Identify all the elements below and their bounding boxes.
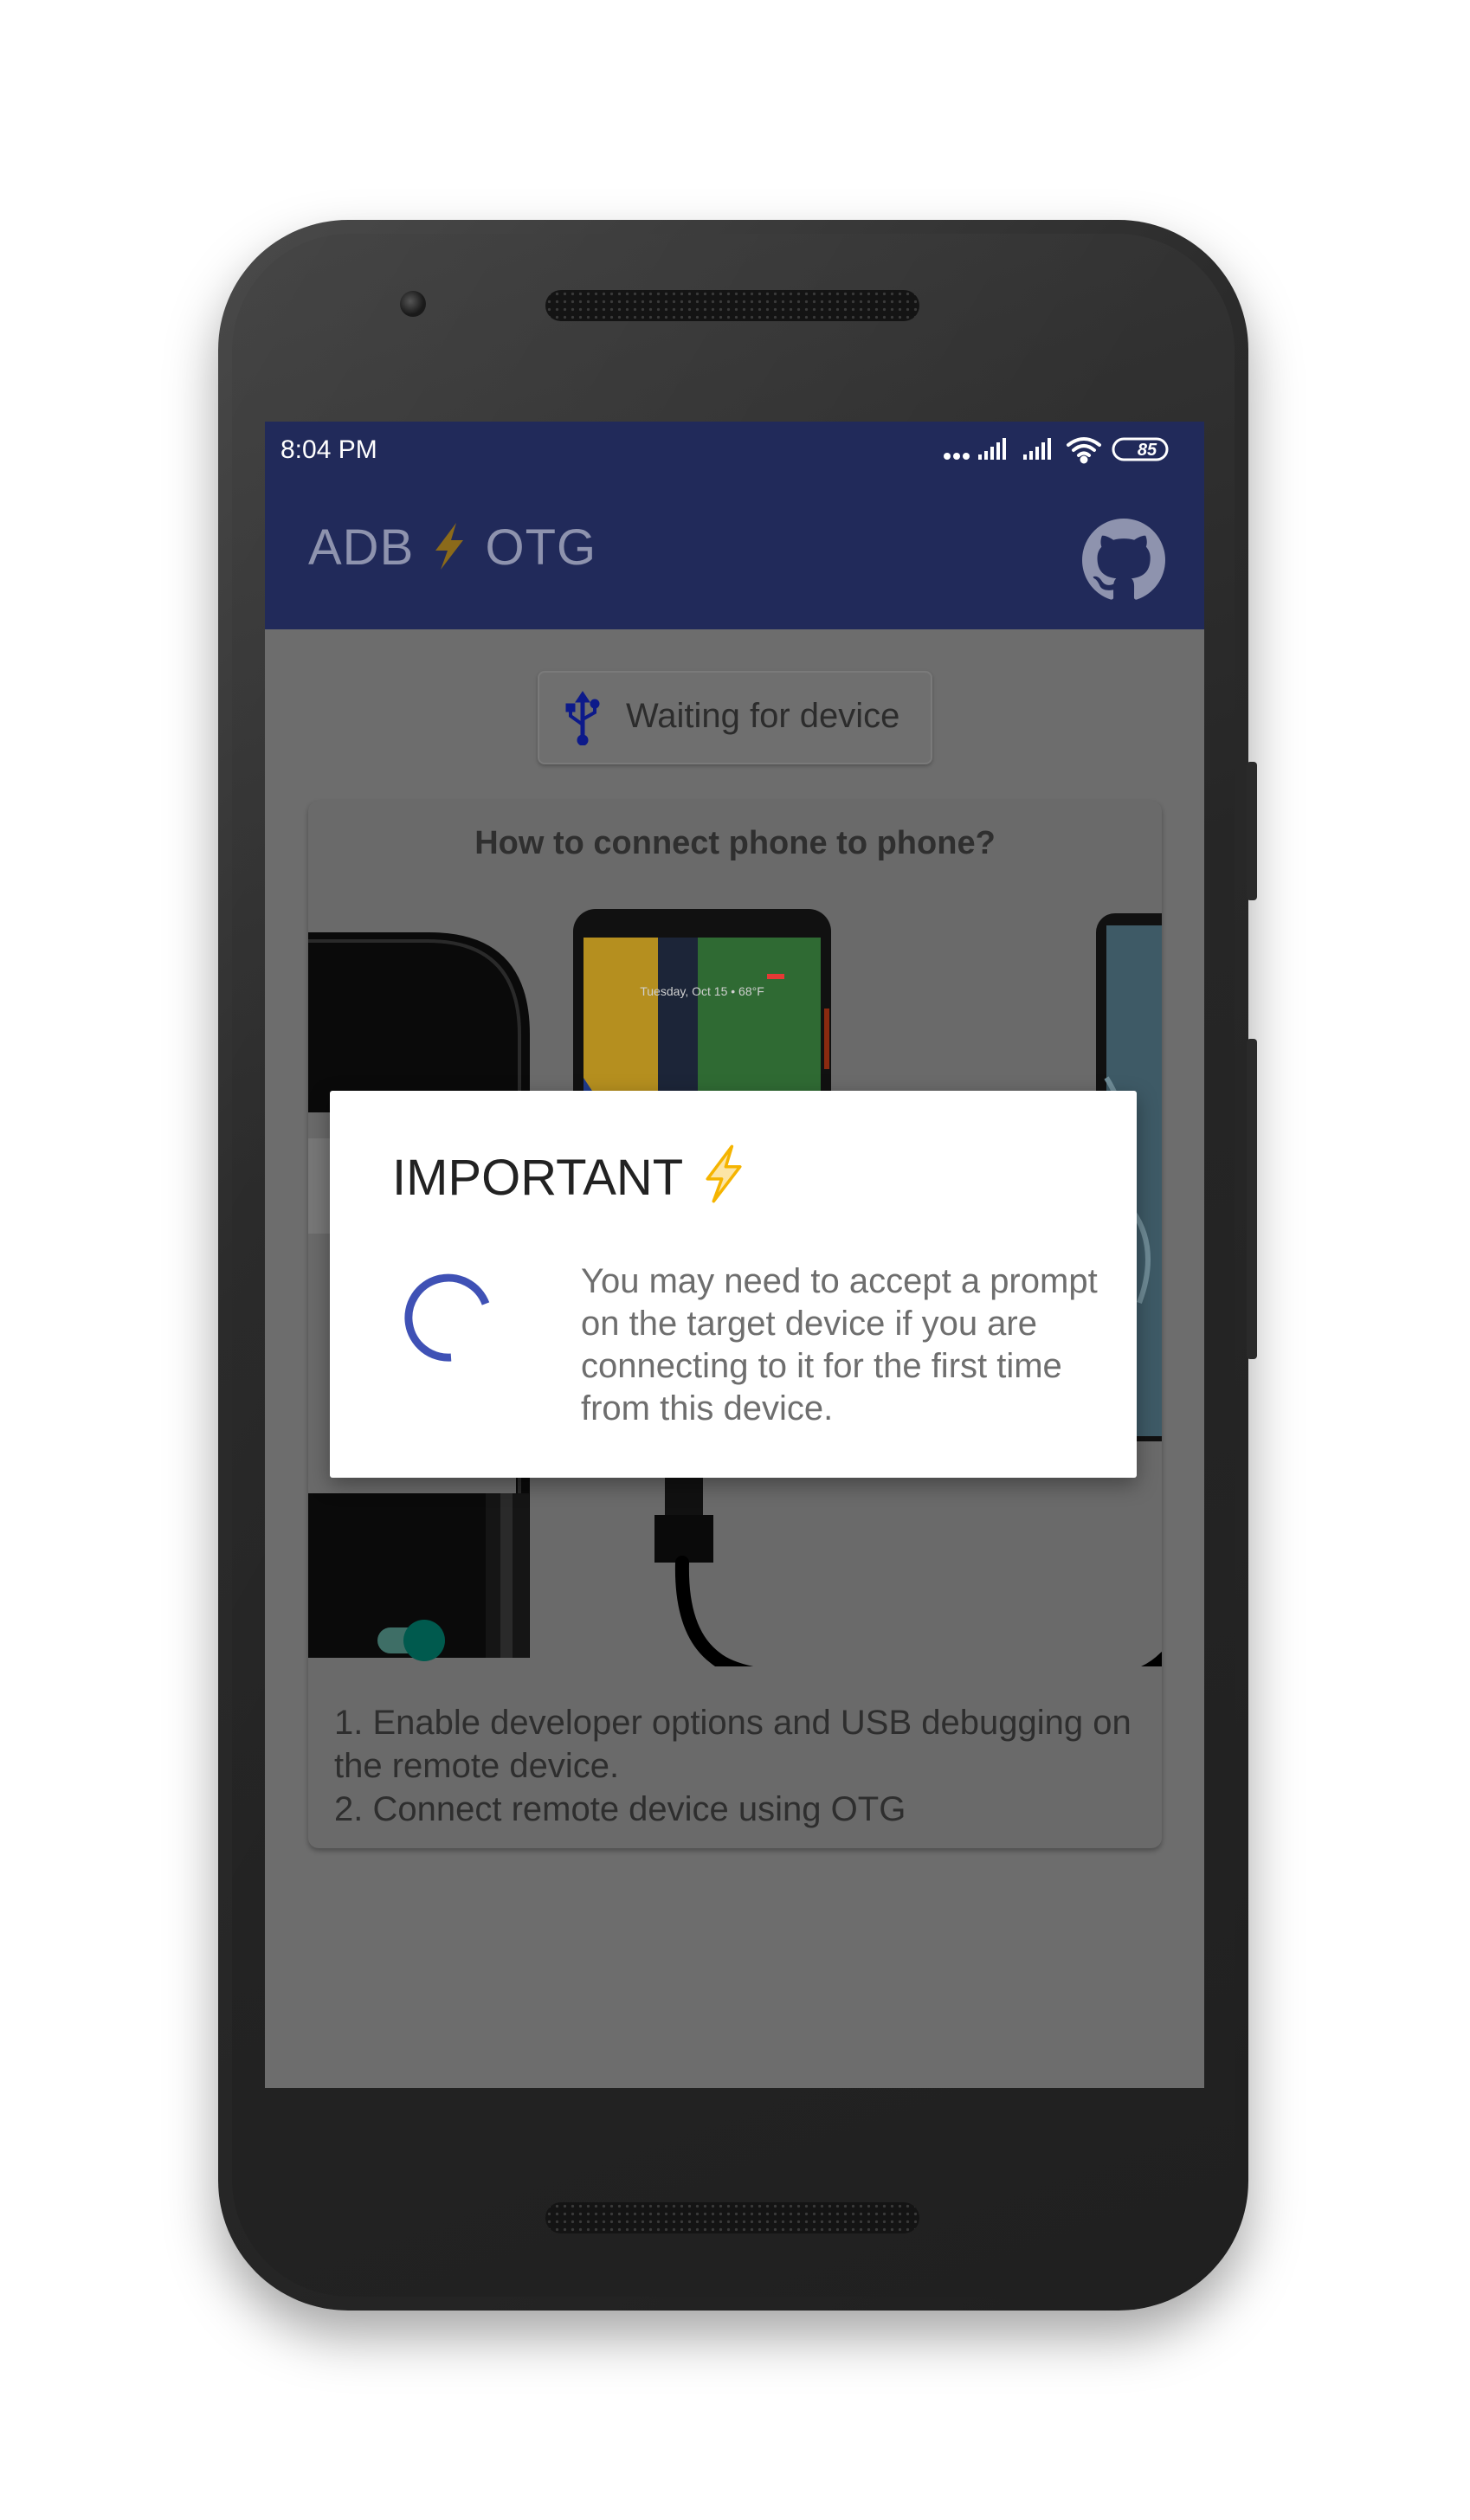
- battery-level: 85: [1137, 441, 1157, 460]
- bottom-speaker: [545, 2202, 919, 2233]
- step-1: 1. Enable developer options and USB debu…: [334, 1704, 1132, 1785]
- status-time: 8:04 PM: [280, 435, 377, 464]
- app-title-left: ADB: [308, 519, 415, 576]
- step-2: 2. Connect remote device using OTG: [334, 1790, 906, 1828]
- app-toolbar: ADB OTG: [265, 479, 1204, 629]
- dialog-title-text: IMPORTANT: [392, 1150, 683, 1206]
- card-title: How to connect phone to phone?: [474, 825, 996, 861]
- signal-icon-2: [1023, 438, 1051, 460]
- github-icon[interactable]: [1082, 519, 1165, 602]
- status-bar: 8:04 PM 85: [265, 422, 1204, 479]
- signal-icon: [978, 438, 1006, 460]
- app-title: ADB OTG: [308, 519, 596, 577]
- otg-cable-illustration: [654, 1467, 1162, 1666]
- card-steps: 1. Enable developer options and USB debu…: [334, 1701, 1148, 1831]
- device-status-label: Waiting for device: [626, 697, 900, 735]
- title-lightning-icon: [435, 523, 464, 570]
- power-button: [1247, 762, 1257, 900]
- device-status-chip[interactable]: Waiting for device: [538, 671, 932, 764]
- more-dots-icon: [944, 453, 970, 460]
- front-camera-icon: [400, 291, 426, 317]
- dialog-message: You may need to accept a prompt on the t…: [581, 1262, 1098, 1428]
- phone-clock-text: Tuesday, Oct 15 • 68°F: [640, 984, 764, 998]
- important-dialog: IMPORTANT You may need to accept a promp…: [330, 1091, 1137, 1478]
- volume-button: [1247, 1039, 1257, 1359]
- app-title-right: OTG: [485, 519, 597, 576]
- dialog-title: IMPORTANT: [392, 1144, 746, 1207]
- wifi-icon: [1067, 437, 1101, 464]
- usb-icon: [565, 691, 600, 745]
- loading-spinner-icon: [404, 1273, 490, 1362]
- screen: 8:04 PM 85 ADB OTG Waiting for device Ho…: [265, 422, 1204, 2088]
- lightning-icon: [706, 1144, 742, 1203]
- top-speaker: [545, 290, 919, 321]
